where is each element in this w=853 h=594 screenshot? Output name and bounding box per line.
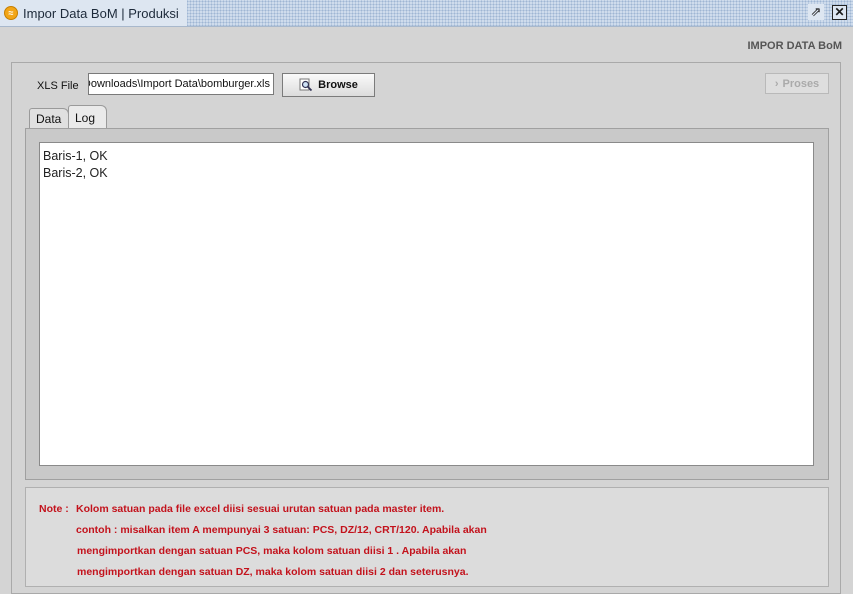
search-icon [299, 78, 313, 92]
app-icon: ≈ [4, 6, 18, 20]
note-prefix: Note : [39, 503, 69, 515]
proses-label: Proses [782, 77, 820, 90]
tab-log[interactable]: Log [68, 105, 107, 129]
note-line: Kolom satuan pada file excel diisi sesua… [76, 503, 445, 515]
tab-log-label: Log [75, 110, 96, 125]
note-line: mengimportkan dengan satuan PCS, maka ko… [77, 545, 467, 557]
tab-data-label: Data [36, 111, 62, 126]
window-title: Impor Data BoM | Produksi [23, 5, 179, 21]
title-wrap: ≈ Impor Data BoM | Produksi [0, 0, 187, 26]
title-bar: ≈ Impor Data BoM | Produksi ⇗ ✕ [0, 0, 853, 27]
xls-file-label: XLS File [37, 80, 79, 92]
xls-file-value: C:\Users\Downloads\Import Data\bomburger… [89, 78, 270, 90]
close-icon[interactable]: ✕ [832, 5, 847, 20]
chevron-right-icon: › [774, 77, 779, 90]
note-line: mengimportkan dengan satuan DZ, maka kol… [77, 566, 469, 578]
log-textarea[interactable]: Baris-1, OK Baris-2, OK [39, 142, 814, 466]
log-line: Baris-1, OK [43, 149, 108, 163]
browse-button[interactable]: Browse [282, 73, 375, 97]
log-line: Baris-2, OK [43, 166, 108, 180]
browse-label: Browse [318, 79, 358, 91]
restore-icon[interactable]: ⇗ [808, 4, 824, 20]
page-title: IMPOR DATA BoM [747, 40, 842, 52]
proses-button[interactable]: › Proses [765, 73, 829, 94]
xls-file-input[interactable]: C:\Users\Downloads\Import Data\bomburger… [88, 73, 274, 95]
note-line: contoh : misalkan item A mempunyai 3 sat… [76, 524, 487, 536]
tab-data[interactable]: Data [29, 108, 69, 128]
